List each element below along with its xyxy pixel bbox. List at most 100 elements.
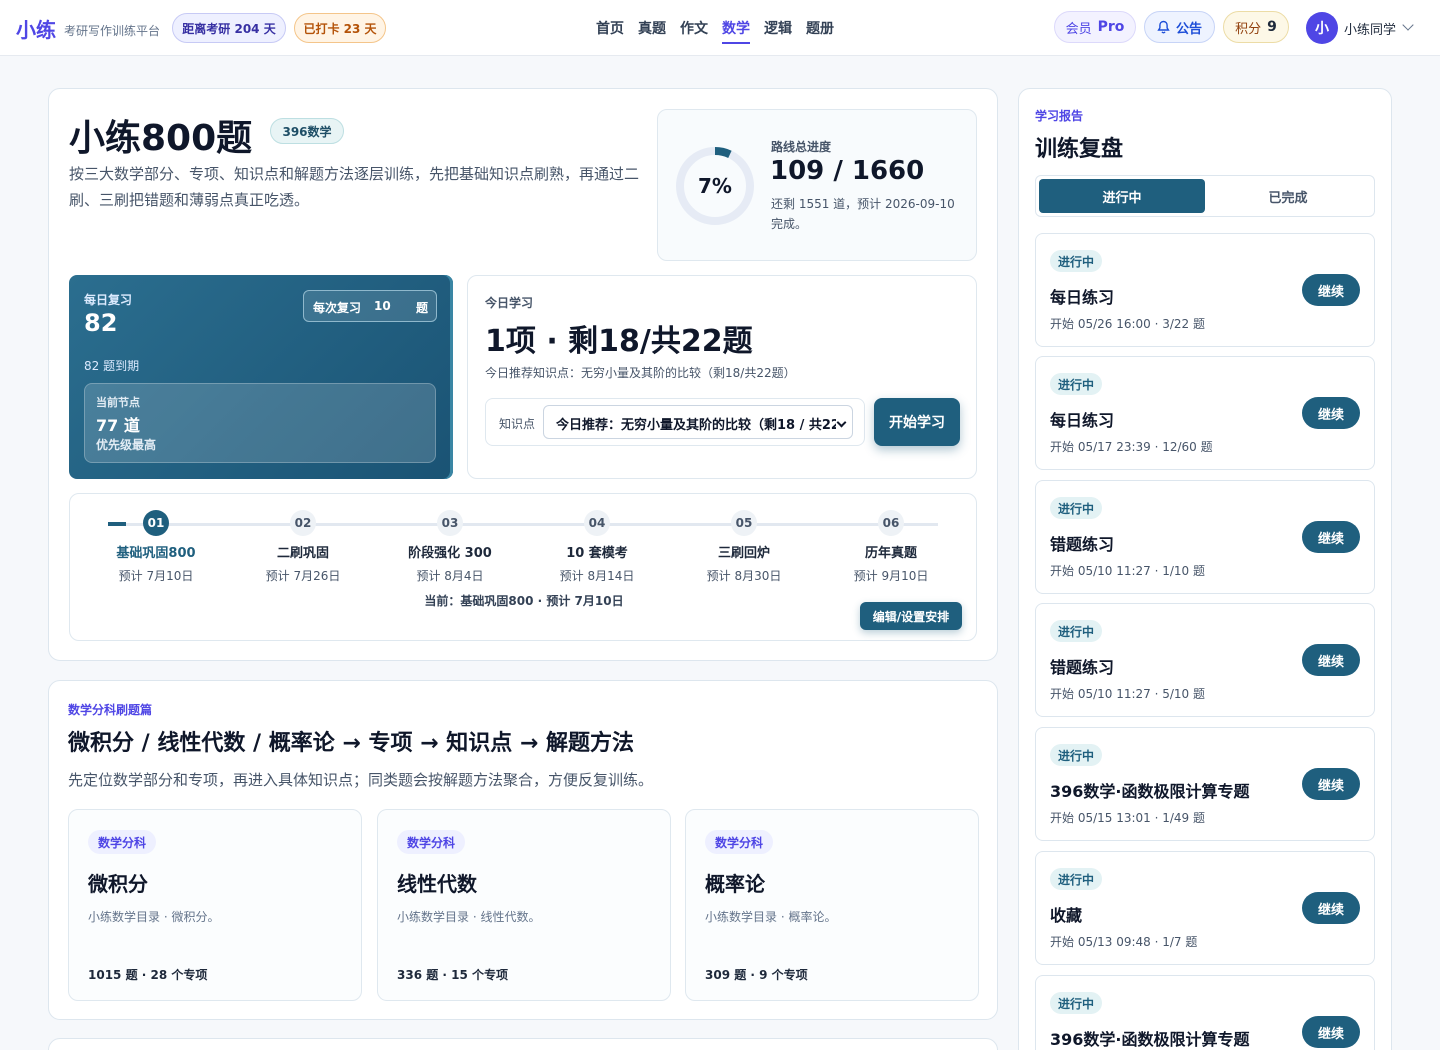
tab-in-progress[interactable]: 进行中	[1039, 179, 1205, 213]
top-bar: 小练 考研写作训练平台 距离考研 204 天 已打卡 23 天 首页 真题 作文…	[0, 0, 1440, 56]
knowledge-point-select[interactable]: 今日推荐：无穷小量及其阶的比较（剩18 / 共22题）	[543, 405, 853, 439]
session-meta: 开始 05/13 09:48 · 1/7 题	[1050, 935, 1198, 949]
edit-schedule-button[interactable]: 编辑/设置安排	[860, 602, 962, 630]
status-badge: 进行中	[1050, 744, 1103, 766]
streak-badge: 已打卡 23 天	[294, 13, 386, 43]
nav-essay[interactable]: 作文	[680, 0, 708, 44]
subject-tag: 数学分科	[705, 830, 774, 854]
nav-home[interactable]: 首页	[596, 0, 624, 44]
step-name: 历年真题	[864, 546, 917, 561]
session-name: 错题练习	[1050, 535, 1115, 554]
section-title: 微积分 / 线性代数 / 概率论 → 专项 → 知识点 → 解题方法	[68, 731, 634, 756]
vip-label: 会员	[1065, 21, 1092, 37]
continue-button[interactable]: 继续	[1302, 768, 1360, 800]
bell-icon	[1157, 20, 1170, 34]
today-recommendation: 今日推荐知识点：无穷小量及其阶的比较（剩18/共22题）	[485, 366, 796, 380]
review-per-session-control[interactable]: 每次复习 10 题	[303, 290, 437, 322]
continue-button[interactable]: 继续	[1302, 1016, 1360, 1048]
subject-meta: 336 题 · 15 个专项	[397, 968, 509, 982]
session-card[interactable]: 进行中 错题练习 开始 05/10 11:27 · 5/10 题 继续	[1035, 603, 1375, 717]
section-description: 先定位数学部分和专项，再进入具体知识点；同类题会按解题方法聚合，方便反复训练。	[68, 771, 654, 789]
session-card[interactable]: 进行中 错题练习 开始 05/10 11:27 · 1/10 题 继续	[1035, 480, 1375, 594]
continue-button[interactable]: 继续	[1302, 892, 1360, 924]
route-step-5[interactable]: 05 三刷回炉 预计 8月30日	[674, 510, 814, 584]
nav-workbook[interactable]: 题册	[806, 0, 834, 44]
review-per-unit: 题	[416, 301, 429, 315]
continue-button[interactable]: 继续	[1302, 274, 1360, 306]
session-meta: 开始 05/17 23:39 · 12/60 题	[1050, 440, 1213, 454]
subject-section: 数学分科刷题篇 微积分 / 线性代数 / 概率论 → 专项 → 知识点 → 解题…	[48, 680, 998, 1020]
session-card[interactable]: 进行中 每日练习 开始 05/17 23:39 · 12/60 题 继续	[1035, 356, 1375, 470]
continue-button[interactable]: 继续	[1302, 521, 1360, 553]
notice-button[interactable]: 公告	[1144, 11, 1215, 43]
route-step-6[interactable]: 06 历年真题 预计 9月10日	[821, 510, 961, 584]
subject-subtitle: 小练数学目录 · 微积分。	[88, 910, 220, 924]
user-name[interactable]: 小练同学	[1344, 19, 1396, 38]
next-section-card	[48, 1038, 998, 1050]
review-per-label: 每次复习	[313, 301, 362, 315]
session-name: 每日练习	[1050, 411, 1115, 430]
session-name: 错题练习	[1050, 658, 1115, 677]
hero-card: 小练800题 396数学 按三大数学部分、专项、知识点和解题方法逐层训练，先把基…	[48, 88, 998, 661]
subject-card-linear-algebra[interactable]: 数学分科 线性代数 小练数学目录 · 线性代数。 336 题 · 15 个专项	[377, 809, 671, 1001]
progress-label: 路线总进度	[771, 140, 832, 154]
session-name: 每日练习	[1050, 288, 1115, 307]
continue-button[interactable]: 继续	[1302, 644, 1360, 676]
session-meta: 开始 05/26 16:00 · 3/22 题	[1050, 317, 1205, 331]
nav-math[interactable]: 数学	[722, 0, 750, 44]
route-step-4[interactable]: 04 10 套模考 预计 8月14日	[527, 510, 667, 584]
session-card[interactable]: 进行中 396数学·函数极限计算专题 开始 05/15 13:01 · 1/49…	[1035, 727, 1375, 841]
sidebar-title: 训练复盘	[1035, 137, 1124, 162]
step-number: 01	[143, 510, 169, 536]
step-date: 预计 9月10日	[853, 569, 929, 583]
subject-tag: 数学分科	[397, 830, 466, 854]
status-badge: 进行中	[1050, 868, 1103, 890]
session-tabs: 进行中 已完成	[1035, 175, 1375, 217]
page-title: 小练800题	[69, 118, 253, 159]
review-per-value[interactable]: 10	[374, 299, 391, 313]
vip-badge[interactable]: 会员 Pro	[1054, 11, 1136, 43]
points-value: 9	[1267, 19, 1277, 35]
subject-tag: 数学分科	[88, 830, 157, 854]
start-study-button[interactable]: 开始学习	[874, 398, 960, 446]
node-priority: 优先级最高	[96, 438, 157, 452]
chevron-down-icon	[836, 417, 847, 428]
continue-button[interactable]: 继续	[1302, 397, 1360, 429]
points-badge[interactable]: 积分 9	[1223, 11, 1289, 43]
route-step-2[interactable]: 02 二刷巩固 预计 7月26日	[233, 510, 373, 584]
chevron-down-icon[interactable]	[1402, 19, 1414, 31]
subject-meta: 1015 题 · 28 个专项	[88, 968, 208, 982]
nav-logic[interactable]: 逻辑	[764, 0, 792, 44]
notice-label: 公告	[1175, 21, 1202, 37]
subject-card-probability[interactable]: 数学分科 概率论 小练数学目录 · 概率论。 309 题 · 9 个专项	[685, 809, 979, 1001]
session-name: 收藏	[1050, 906, 1083, 925]
exam-countdown-badge: 距离考研 204 天	[172, 13, 286, 43]
step-number: 04	[584, 510, 610, 536]
session-name: 396数学·函数极限计算专题	[1050, 782, 1250, 801]
today-value: 1项 · 剩18/共22题	[485, 324, 753, 359]
route-step-1[interactable]: 01 基础巩固800 预计 7月10日	[86, 510, 226, 584]
route-progress-panel: 7% 路线总进度 109 / 1660 还剩 1551 道，预计 2026-09…	[657, 109, 977, 261]
session-card[interactable]: 进行中 收藏 开始 05/13 09:48 · 1/7 题 继续	[1035, 851, 1375, 965]
tab-completed[interactable]: 已完成	[1205, 179, 1371, 213]
session-card[interactable]: 进行中 396数学·函数极限计算专题 继续	[1035, 975, 1375, 1050]
route-step-3[interactable]: 03 阶段强化 300 预计 8月4日	[380, 510, 520, 584]
status-badge: 进行中	[1050, 250, 1103, 272]
step-name: 二刷巩固	[276, 546, 329, 561]
training-review-sidebar: 学习报告 训练复盘 进行中 已完成 进行中 每日练习 开始 05/26 16:0…	[1018, 88, 1392, 1050]
logo[interactable]: 小练	[16, 14, 56, 43]
subject-tag: 396数学	[270, 118, 344, 144]
step-date: 预计 8月14日	[559, 569, 635, 583]
subject-name: 微积分	[88, 872, 148, 896]
step-date: 预计 7月10日	[118, 569, 194, 583]
session-card[interactable]: 进行中 每日练习 开始 05/26 16:00 · 3/22 题 继续	[1035, 233, 1375, 347]
subject-card-calculus[interactable]: 数学分科 微积分 小练数学目录 · 微积分。 1015 题 · 28 个专项	[68, 809, 362, 1001]
daily-review-panel[interactable]: 每日复习 82 每次复习 10 题 82 题到期 当前节点 77 道 优先级最高	[69, 275, 453, 479]
avatar[interactable]: 小	[1306, 12, 1338, 44]
node-label: 当前节点	[96, 396, 140, 409]
step-name: 10 套模考	[566, 546, 628, 561]
status-badge: 进行中	[1050, 497, 1103, 519]
nav-past-papers[interactable]: 真题	[638, 0, 666, 44]
section-kicker: 数学分科刷题篇	[68, 703, 153, 717]
status-badge: 进行中	[1050, 992, 1103, 1014]
